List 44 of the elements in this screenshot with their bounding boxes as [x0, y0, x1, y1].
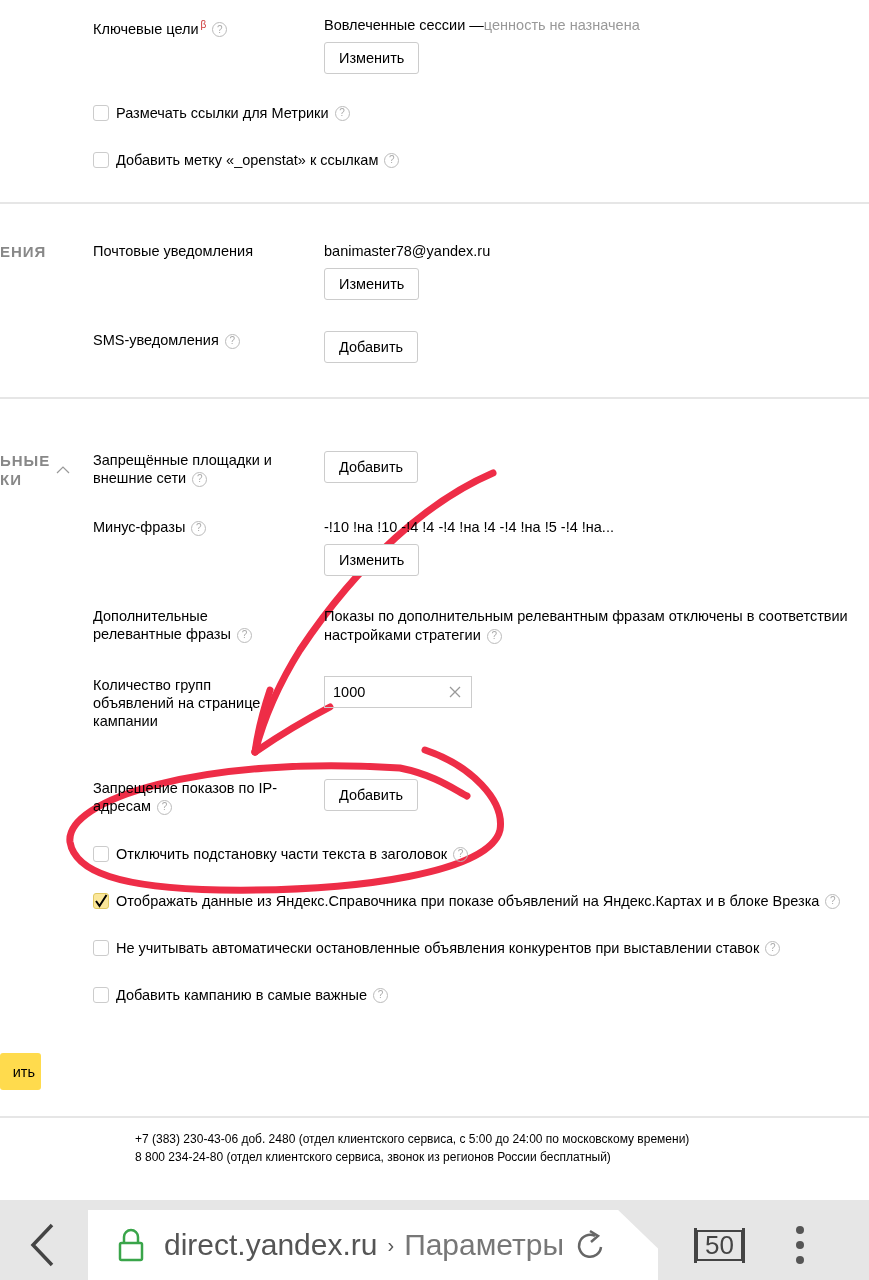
- field-label: Запрещённые площадки и внешние сети ?: [93, 451, 273, 487]
- checkbox[interactable]: [93, 940, 109, 956]
- checkbox[interactable]: [93, 893, 109, 909]
- field-label: Дополнительные релевантные фразы ?: [93, 607, 293, 645]
- action-button[interactable]: Добавить: [324, 331, 419, 363]
- save-button[interactable]: ить: [0, 1053, 41, 1090]
- checkmark-icon: [94, 894, 108, 908]
- input-field[interactable]: 1000: [324, 676, 472, 708]
- field-label: Почтовые уведомления: [93, 242, 254, 261]
- section-heading: КИ: [0, 470, 23, 489]
- field-label: SMS-уведомления ?: [93, 331, 293, 363]
- address-bar[interactable]: direct.yandex.ru › Параметры: [88, 1210, 658, 1280]
- menu-icon[interactable]: [794, 1225, 805, 1265]
- checkbox-label[interactable]: Добавить кампанию в самые важные: [116, 987, 368, 1003]
- field-note: ценность не назначена: [483, 17, 640, 33]
- section-heading: ЬНЫЕ: [0, 451, 51, 470]
- checkbox-label[interactable]: Отключить подстановку части текста в заголовок: [116, 846, 448, 862]
- checkbox[interactable]: [93, 152, 109, 168]
- field-value: Вовлеченные сессии —: [324, 17, 484, 33]
- checkbox-label[interactable]: Размечать ссылки для Метрики: [116, 105, 329, 121]
- contact-text: +7 (383) 230-43-06 доб. 2480 (отдел клиентского сервиса, с 5:00 до 24:00 по московскому времени): [135, 1131, 691, 1148]
- action-button[interactable]: Изменить: [324, 268, 420, 300]
- action-button[interactable]: Добавить: [324, 451, 419, 483]
- beta-mark: β: [200, 19, 207, 30]
- action-button[interactable]: Изменить: [324, 544, 420, 576]
- action-button[interactable]: Добавить: [324, 779, 419, 811]
- contact-text: 8 800 234-24-80 (отдел клиентского сервиса, звонок из регионов России бесплатный): [135, 1149, 612, 1166]
- checkbox-label[interactable]: Не учитывать автоматически остановленные объявления конкурентов при выставлении ставок: [116, 940, 760, 956]
- field-value: banimaster78@yandex.ru: [324, 243, 491, 259]
- field-label: Минус-фразы ?: [93, 518, 293, 576]
- caret-icon[interactable]: [56, 465, 71, 474]
- checkbox[interactable]: [93, 846, 109, 862]
- checkbox-label[interactable]: Добавить метку «_openstat» к ссылкам: [116, 152, 379, 168]
- section-heading: ЕНИЯ: [0, 242, 47, 261]
- checkbox[interactable]: [93, 105, 109, 121]
- checkbox[interactable]: [93, 987, 109, 1003]
- lock-icon: [118, 1228, 144, 1262]
- field-label: Ключевые цели$^{β}$ ?: [93, 16, 293, 74]
- tabs-counter[interactable]: 50: [694, 1227, 745, 1263]
- info-text-line: настройками стратегии: [324, 627, 481, 643]
- action-button[interactable]: Изменить: [324, 42, 420, 74]
- clear-icon[interactable]: [449, 686, 461, 698]
- field-label: Количество групп объявлений на странице кампании: [93, 676, 262, 730]
- checkbox-label[interactable]: Отображать данные из Яндекс.Справочника при показе объявлений на Яндекс.Картах и в блоке Врезка: [116, 893, 820, 909]
